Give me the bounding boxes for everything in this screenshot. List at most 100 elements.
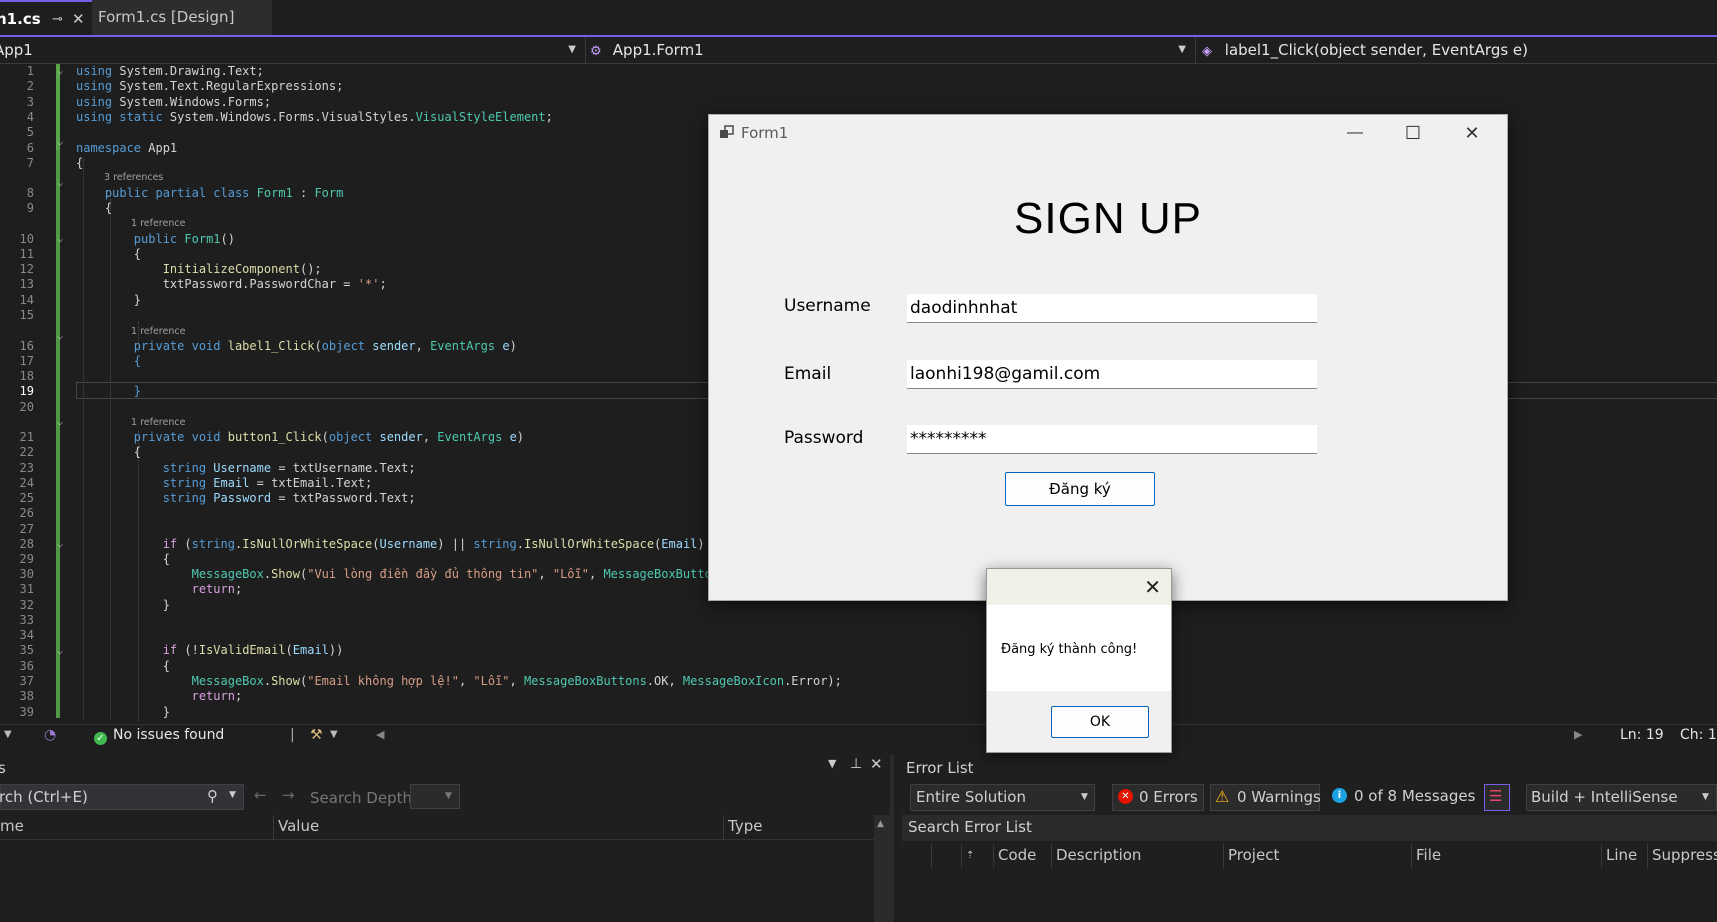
error-list-panel: Error List Entire Solution ▼ ✕ 0 Errors … xyxy=(898,755,1717,922)
column-header-type[interactable]: Type xyxy=(724,815,874,839)
issues-indicator[interactable]: ✓ No issues found xyxy=(94,725,224,745)
header-divider xyxy=(0,839,874,840)
column-header-file[interactable]: File xyxy=(1412,844,1602,868)
back-arrow-icon[interactable]: ← xyxy=(254,786,267,804)
search-error-list-input[interactable]: Search Error List xyxy=(902,815,1717,841)
line-number: 23 xyxy=(19,461,34,475)
line-number: 15 xyxy=(19,308,34,322)
collapse-icon[interactable]: ⌵ xyxy=(57,135,63,150)
column-header-value[interactable]: Value xyxy=(274,815,724,839)
column-header-line[interactable]: Line xyxy=(1602,844,1648,868)
tab-form1-design[interactable]: Form1.cs [Design] xyxy=(92,0,272,35)
tab-label: Form1.cs [Design] xyxy=(98,8,235,26)
line-number: 12 xyxy=(19,262,34,276)
class-dropdown[interactable]: ⚙ App1.Form1 ▼ xyxy=(585,37,1190,64)
filter-icon: ☰ xyxy=(1489,787,1503,805)
code-line: public Form1() xyxy=(133,232,235,246)
tab-form1-cs[interactable]: n1.cs ⊸ ✕ xyxy=(0,0,92,35)
search-input[interactable]: rch (Ctrl+E) ⚲ ▼ xyxy=(0,784,244,810)
signup-heading: SIGN UP xyxy=(1014,194,1202,243)
panel-divider[interactable] xyxy=(0,745,1717,755)
search-depth-dropdown[interactable]: ▼ xyxy=(410,784,460,809)
sort-icon[interactable]: ⇡ xyxy=(962,844,994,868)
line-number: 31 xyxy=(19,582,34,596)
email-field[interactable]: laonhi198@gamil.com xyxy=(907,360,1317,389)
codelens-references[interactable]: 1 reference xyxy=(131,326,185,337)
chevron-down-icon[interactable]: ▼ xyxy=(330,725,338,745)
minimize-button[interactable]: — xyxy=(1333,119,1377,147)
chevron-down-icon[interactable]: ▼ xyxy=(229,790,236,800)
close-icon[interactable]: ✕ xyxy=(1144,574,1161,600)
scroll-right-icon[interactable]: ▶ xyxy=(1574,725,1582,745)
username-label: Username xyxy=(784,296,871,316)
collapse-icon[interactable]: ⌵ xyxy=(57,329,63,344)
line-number: 27 xyxy=(19,522,34,536)
ok-button[interactable]: OK xyxy=(1051,706,1149,738)
warning-icon: ⚠ xyxy=(1215,787,1230,806)
code-cleanup-icon[interactable]: ⚒ xyxy=(310,725,323,745)
collapse-icon[interactable]: ⌵ xyxy=(57,537,63,552)
window-title-bar[interactable]: Form1 — ☐ ✕ xyxy=(709,115,1507,151)
scroll-up-icon[interactable]: ▲ xyxy=(877,819,884,829)
code-line: namespace App1 xyxy=(76,141,178,155)
codelens-references[interactable]: 1 reference xyxy=(131,417,185,428)
username-field[interactable]: daodinhnhat xyxy=(907,294,1317,323)
build-filter-dropdown[interactable]: Build + IntelliSense ▼ xyxy=(1526,784,1717,811)
column-header-name[interactable]: me xyxy=(0,815,274,839)
line-number: 5 xyxy=(26,125,34,139)
scope-dropdown[interactable]: Entire Solution ▼ xyxy=(910,784,1095,811)
collapse-icon[interactable]: ⌵ xyxy=(57,176,63,191)
vertical-scrollbar[interactable]: ▲ xyxy=(874,815,890,922)
column-header-blank[interactable] xyxy=(902,844,932,868)
warnings-filter-toggle[interactable]: ⚠ 0 Warnings xyxy=(1210,784,1321,811)
line-number: 9 xyxy=(26,201,34,215)
close-tab-icon[interactable]: ✕ xyxy=(72,2,85,35)
messages-filter-toggle[interactable]: i 0 of 8 Messages xyxy=(1328,784,1475,811)
pin-icon[interactable]: ⊸ xyxy=(52,2,63,35)
close-button[interactable]: ✕ xyxy=(1450,119,1494,147)
project-dropdown[interactable]: App1 ▼ xyxy=(0,37,580,64)
search-icon[interactable]: ⚲ xyxy=(207,787,218,805)
codelens-references[interactable]: 3 references xyxy=(104,172,163,183)
document-tab-bar: n1.cs ⊸ ✕ Form1.cs [Design] xyxy=(0,0,1717,37)
password-field[interactable]: ********* xyxy=(907,425,1317,454)
tab-label: n1.cs xyxy=(0,10,41,28)
line-number: 19 xyxy=(19,384,34,398)
check-circle-icon: ✓ xyxy=(94,732,107,745)
collapse-icon[interactable]: ⌵ xyxy=(57,64,63,79)
copilot-icon[interactable]: ◔ xyxy=(44,725,56,745)
column-header-blank[interactable] xyxy=(932,844,962,868)
filter-build-icon[interactable]: ☰ xyxy=(1484,784,1510,811)
line-number: 34 xyxy=(19,628,34,642)
chevron-down-icon: ▼ xyxy=(1702,792,1709,802)
collapse-icon[interactable]: ⌵ xyxy=(57,232,63,247)
code-line: return; xyxy=(191,582,243,596)
close-icon[interactable]: ✕ xyxy=(870,755,883,773)
class-icon: ⚙ xyxy=(590,44,602,59)
code-line: } xyxy=(76,705,170,719)
zoom-dropdown-icon[interactable]: ▼ xyxy=(4,725,12,745)
dialog-title-bar[interactable]: ✕ xyxy=(987,569,1171,605)
panel-title: Error List xyxy=(906,759,974,777)
column-header-code[interactable]: Code xyxy=(994,844,1052,868)
pin-icon[interactable]: ⊥ xyxy=(850,756,862,772)
column-header-suppression[interactable]: Suppressi xyxy=(1648,844,1717,868)
errors-filter-toggle[interactable]: ✕ 0 Errors xyxy=(1112,784,1204,811)
register-button[interactable]: Đăng ký xyxy=(1005,472,1155,506)
column-header-description[interactable]: Description xyxy=(1052,844,1224,868)
codelens-references[interactable]: 1 reference xyxy=(131,218,185,229)
build-filter-value: Build + IntelliSense xyxy=(1531,788,1678,806)
line-number: 10 xyxy=(19,232,34,246)
collapse-icon[interactable]: ⌵ xyxy=(57,644,63,659)
code-line: InitializeComponent(); xyxy=(162,262,322,276)
scroll-left-icon[interactable]: ◀ xyxy=(376,725,384,745)
column-header-project[interactable]: Project xyxy=(1224,844,1412,868)
member-dropdown[interactable]: ◈ label1_Click(object sender, EventArgs … xyxy=(1195,37,1717,64)
window-position-icon[interactable]: ▼ xyxy=(828,757,836,770)
collapse-icon[interactable]: ⌵ xyxy=(57,415,63,430)
maximize-button[interactable]: ☐ xyxy=(1391,119,1435,147)
search-placeholder: rch (Ctrl+E) xyxy=(0,788,88,806)
code-line: private void button1_Click(object sender… xyxy=(133,430,525,444)
line-number: 37 xyxy=(19,674,34,688)
forward-arrow-icon[interactable]: → xyxy=(282,786,295,804)
